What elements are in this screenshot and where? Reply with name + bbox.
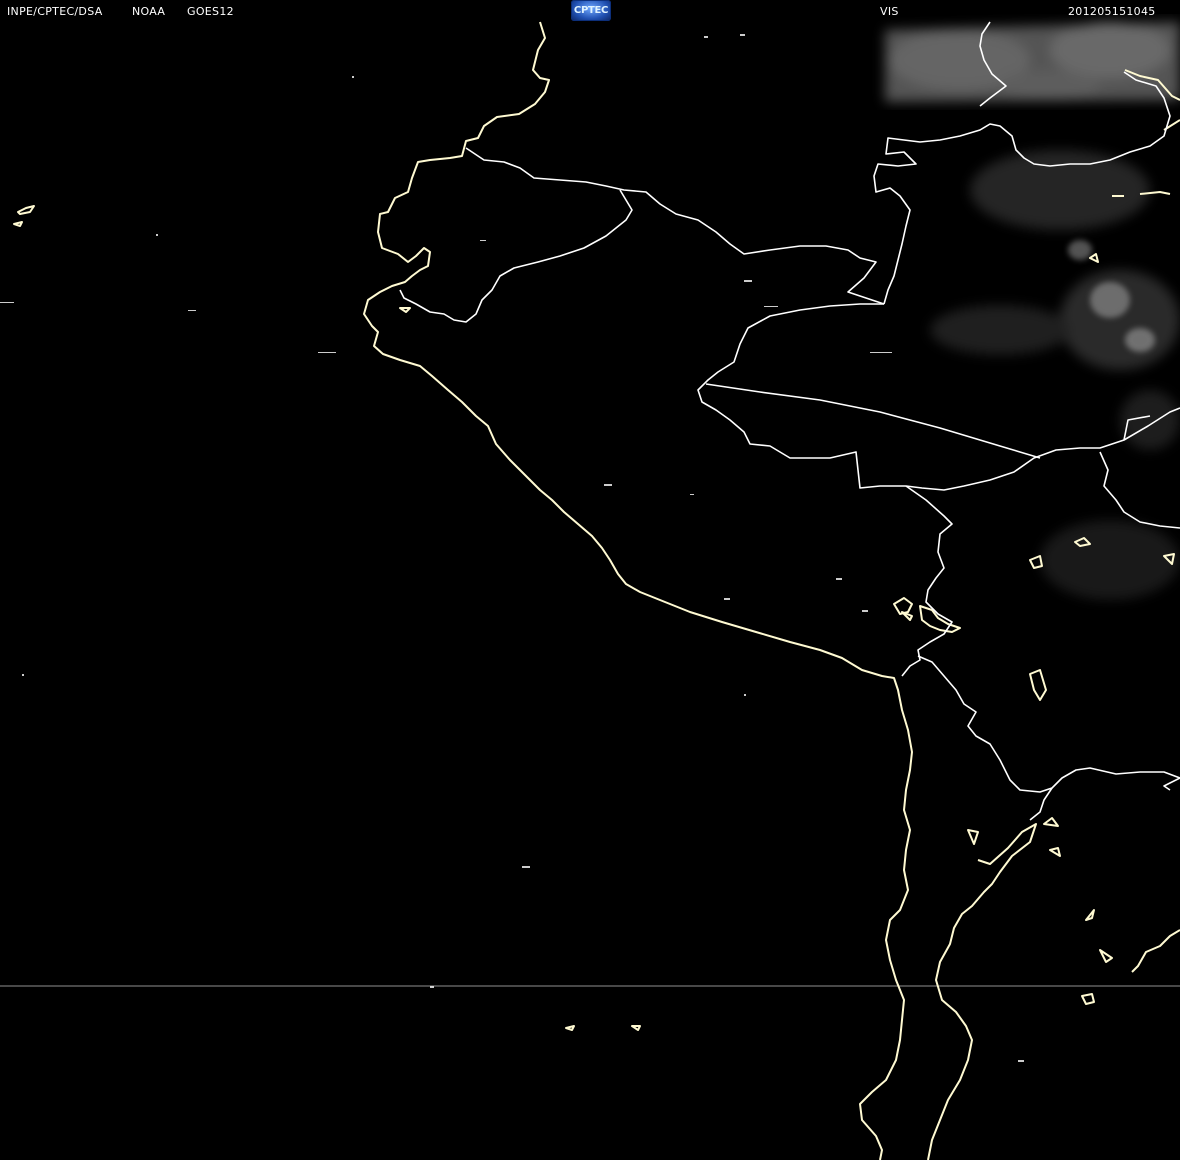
logo-text: CPTEC bbox=[573, 5, 609, 16]
timestamp-label: 201205151045 bbox=[1068, 5, 1156, 18]
borders bbox=[399, 21, 1180, 821]
cloud-cover-east bbox=[930, 150, 1180, 600]
cptec-logo-icon: CPTEC bbox=[571, 0, 611, 21]
cloud-cover bbox=[885, 22, 1180, 102]
noaa-label: NOAA bbox=[132, 5, 166, 18]
channel-label: VIS bbox=[880, 5, 899, 18]
agency-label: INPE/CPTEC/DSA bbox=[7, 5, 103, 18]
satellite-map bbox=[0, 0, 1180, 1160]
satellite-label: GOES12 bbox=[187, 5, 234, 18]
noise-specks bbox=[0, 34, 1024, 1062]
